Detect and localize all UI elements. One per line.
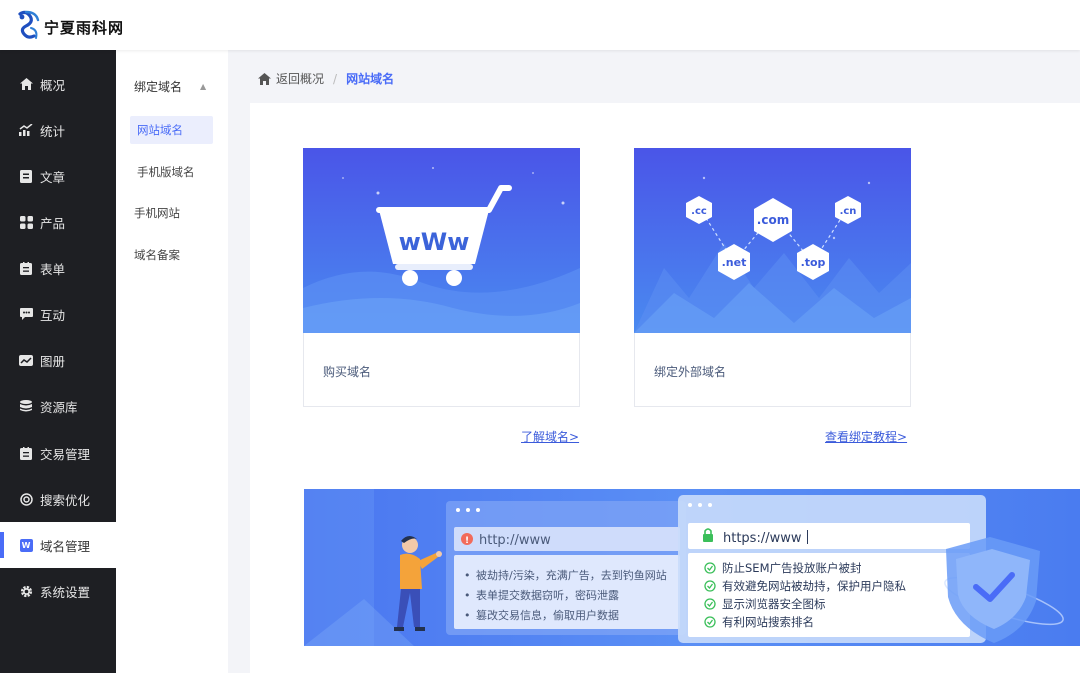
submenu-item-mobile-domain[interactable]: 手机版域名 [137, 164, 195, 180]
album-icon [18, 352, 34, 368]
https-point-3: 显示浏览器安全图标 [722, 597, 826, 611]
trade-icon [18, 445, 34, 461]
http-point-3: 篡改交易信息，偷取用户数据 [476, 608, 619, 622]
sidebar-item-label: 域名管理 [40, 538, 91, 554]
tag-com: .com [757, 213, 789, 227]
sidebar-item-interaction[interactable]: 互动 [0, 291, 116, 337]
cart-text: wWw [399, 228, 470, 256]
active-indicator [0, 532, 4, 558]
sidebar-item-stats[interactable]: 统计 [0, 107, 116, 153]
logo-icon [18, 10, 40, 39]
submenu-item-site-domain[interactable]: 网站域名 [130, 116, 213, 144]
svg-text:•: • [464, 589, 471, 602]
submenu-item-mobile-site[interactable]: 手机网站 [134, 205, 180, 221]
sidebar-item-seo[interactable]: 搜索优化 [0, 476, 116, 522]
sidebar-item-label: 概况 [40, 77, 66, 93]
submenu-group-bind-domain[interactable]: 绑定域名 ▲ [134, 78, 206, 95]
sidebar-item-overview[interactable]: 概况 [0, 61, 116, 107]
tag-top: .top [801, 256, 826, 269]
sidebar-item-products[interactable]: 产品 [0, 199, 116, 245]
sidebar-item-label: 表单 [40, 261, 66, 277]
sidebar-item-label: 图册 [40, 353, 66, 369]
https-point-1: 防止SEM广告投放账户被封 [722, 561, 862, 575]
sidebar-item-label: 系统设置 [40, 584, 91, 600]
http-point-1: 被劫持/污染，充满广告，去到钓鱼网站 [476, 568, 667, 582]
database-icon [18, 398, 34, 414]
bind-domain-label: 绑定外部域名 [654, 365, 727, 379]
sidebar-item-label: 互动 [40, 307, 66, 323]
chevron-up-icon: ▲ [200, 82, 207, 91]
sidebar-item-label: 资源库 [40, 399, 78, 415]
home-icon [258, 72, 271, 85]
sub-sidebar: 绑定域名 ▲ 网站域名 手机版域名 手机网站 域名备案 [116, 50, 228, 673]
submenu-item-domain-filing[interactable]: 域名备案 [134, 247, 180, 263]
buy-domain-illustration: wWw [303, 148, 580, 333]
http-url: http://www [479, 533, 551, 548]
sidebar-item-label: 文章 [40, 169, 66, 185]
chart-icon [18, 122, 34, 138]
seo-icon [18, 491, 34, 507]
https-point-2: 有效避免网站被劫持，保护用户隐私 [722, 579, 906, 593]
buy-domain-card[interactable]: wWw 购买域名 [303, 148, 580, 407]
sidebar-item-label: 统计 [40, 123, 66, 139]
svg-text:•: • [464, 569, 471, 582]
tag-cn: .cn [840, 206, 857, 217]
https-banner: ! http://www • 被劫持/污染，充满广告，去到钓鱼网站 • 表单提交数据… [304, 489, 1080, 646]
main-sidebar: 概况 统计 文章 产品 表单 互动 图册 资源库 交易管理 搜索优化 W 域名管… [0, 50, 116, 673]
https-point-4: 有利网站搜索排名 [722, 615, 814, 629]
breadcrumb-back-link[interactable]: 返回概况 [276, 70, 324, 87]
sidebar-item-label: 搜索优化 [40, 492, 91, 508]
https-url: https://www [723, 531, 802, 546]
domain-icon: W [18, 537, 34, 553]
logo[interactable]: 宁夏雨科网 [16, 8, 124, 42]
gear-icon [18, 583, 34, 599]
bind-tutorial-link[interactable]: 查看绑定教程> [825, 428, 907, 445]
top-header: 宁夏雨科网 [0, 0, 1080, 50]
tag-net: .net [722, 256, 747, 269]
buy-domain-label: 购买域名 [323, 365, 372, 379]
sidebar-item-resources[interactable]: 资源库 [0, 383, 116, 429]
chat-icon [18, 306, 34, 322]
bind-domain-illustration: .cc .com .cn .net .top [634, 148, 911, 333]
sidebar-item-domain[interactable]: W 域名管理 [0, 522, 116, 568]
logo-text: 宁夏雨科网 [44, 18, 125, 37]
bind-domain-card[interactable]: .cc .com .cn .net .top 绑定外部域名 [634, 148, 911, 407]
svg-text:•: • [464, 609, 471, 622]
home-icon [18, 76, 34, 92]
sidebar-item-forms[interactable]: 表单 [0, 245, 116, 291]
product-icon [18, 214, 34, 230]
breadcrumb-current: 网站域名 [346, 72, 395, 86]
sidebar-item-settings[interactable]: 系统设置 [0, 568, 116, 614]
breadcrumb: 返回概况 / 网站域名 [258, 70, 394, 87]
submenu-group-label: 绑定域名 [134, 80, 183, 94]
learn-domain-link[interactable]: 了解域名> [521, 428, 579, 445]
breadcrumb-separator: / [333, 71, 338, 86]
form-icon [18, 260, 34, 276]
article-icon [18, 168, 34, 184]
sidebar-item-album[interactable]: 图册 [0, 337, 116, 383]
sidebar-item-trade[interactable]: 交易管理 [0, 430, 116, 476]
sidebar-item-label: 交易管理 [40, 446, 91, 462]
sidebar-item-articles[interactable]: 文章 [0, 153, 116, 199]
http-point-2: 表单提交数据窃听，密码泄露 [476, 588, 619, 602]
tag-cc: .cc [691, 206, 707, 217]
sidebar-item-label: 产品 [40, 215, 66, 231]
warning-icon: ! [465, 536, 469, 546]
domain-badge: W [19, 538, 33, 552]
